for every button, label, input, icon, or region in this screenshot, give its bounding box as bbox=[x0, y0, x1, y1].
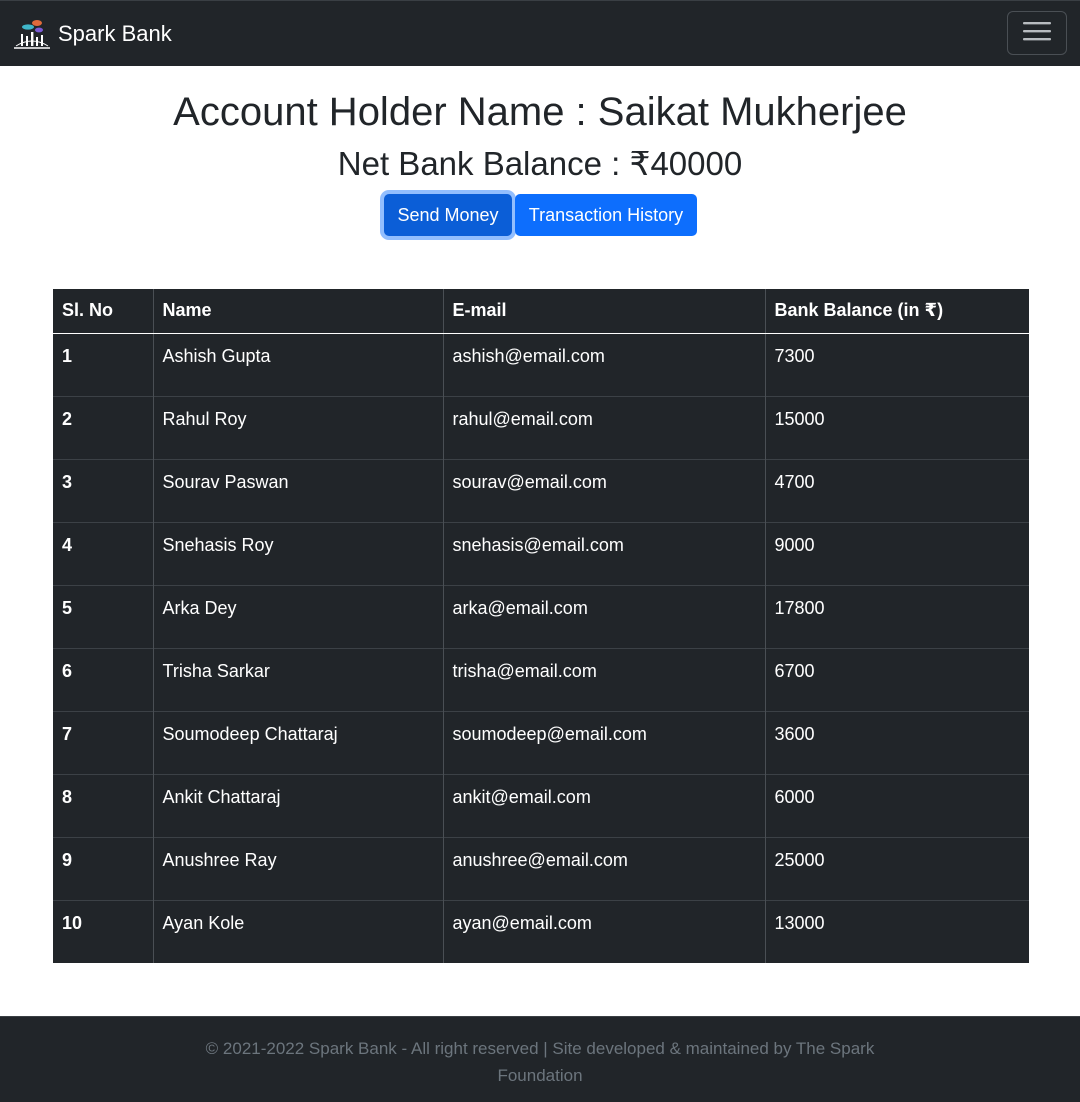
cell-sl-no: 10 bbox=[53, 899, 154, 963]
cell-balance: 4700 bbox=[765, 458, 1029, 522]
cell-sl-no: 6 bbox=[53, 647, 154, 711]
cell-name: Arka Dey bbox=[153, 584, 444, 648]
cell-name: Rahul Roy bbox=[153, 395, 444, 459]
cell-balance: 17800 bbox=[765, 584, 1029, 648]
cell-email: snehasis@email.com bbox=[443, 521, 766, 585]
cell-balance: 25000 bbox=[765, 836, 1029, 900]
table-row: 5 Arka Dey arka@email.com 17800 bbox=[53, 584, 1029, 648]
brand-link[interactable]: Spark Bank bbox=[12, 17, 172, 51]
hamburger-menu-icon bbox=[1022, 19, 1052, 48]
column-header-sl-no: Sl. No bbox=[53, 289, 154, 334]
cell-name: Sourav Paswan bbox=[153, 458, 444, 522]
column-header-bank-balance: Bank Balance (in ₹) bbox=[765, 289, 1029, 334]
cell-balance: 6000 bbox=[765, 773, 1029, 837]
brand-name: Spark Bank bbox=[58, 21, 172, 46]
cell-sl-no: 4 bbox=[53, 521, 154, 585]
cell-balance: 3600 bbox=[765, 710, 1029, 774]
table-row: 9 Anushree Ray anushree@email.com 25000 bbox=[53, 836, 1029, 900]
table-row: 10 Ayan Kole ayan@email.com 13000 bbox=[53, 899, 1029, 963]
cell-sl-no: 3 bbox=[53, 458, 154, 522]
table-row: 2 Rahul Roy rahul@email.com 15000 bbox=[53, 395, 1029, 459]
cell-name: Snehasis Roy bbox=[153, 521, 444, 585]
cell-balance: 15000 bbox=[765, 395, 1029, 459]
cell-email: trisha@email.com bbox=[443, 647, 766, 711]
cell-balance: 6700 bbox=[765, 647, 1029, 711]
cell-email: ankit@email.com bbox=[443, 773, 766, 837]
cell-email: ashish@email.com bbox=[443, 332, 766, 396]
cell-email: soumodeep@email.com bbox=[443, 710, 766, 774]
cell-balance: 13000 bbox=[765, 899, 1029, 963]
cell-sl-no: 7 bbox=[53, 710, 154, 774]
cell-name: Ankit Chattaraj bbox=[153, 773, 444, 837]
transaction-history-button[interactable]: Transaction History bbox=[515, 194, 697, 236]
cell-sl-no: 1 bbox=[53, 332, 154, 396]
table-row: 3 Sourav Paswan sourav@email.com 4700 bbox=[53, 458, 1029, 522]
page-footer: © 2021-2022 Spark Bank - All right reser… bbox=[0, 1016, 1080, 1102]
column-header-email: E-mail bbox=[443, 289, 766, 334]
column-header-name: Name bbox=[153, 289, 444, 334]
table-row: 4 Snehasis Roy snehasis@email.com 9000 bbox=[53, 521, 1029, 585]
footer-copyright: © 2021-2022 Spark Bank - All right reser… bbox=[205, 1039, 875, 1085]
cell-sl-no: 2 bbox=[53, 395, 154, 459]
cell-name: Ayan Kole bbox=[153, 899, 444, 963]
cell-name: Trisha Sarkar bbox=[153, 647, 444, 711]
cell-balance: 9000 bbox=[765, 521, 1029, 585]
table-row: 1 Ashish Gupta ashish@email.com 7300 bbox=[53, 332, 1029, 396]
cell-balance: 7300 bbox=[765, 332, 1029, 396]
top-navbar: Spark Bank bbox=[0, 0, 1080, 66]
cell-email: rahul@email.com bbox=[443, 395, 766, 459]
cell-email: arka@email.com bbox=[443, 584, 766, 648]
table-header-row: Sl. No Name E-mail Bank Balance (in ₹) bbox=[53, 289, 1029, 334]
cell-email: anushree@email.com bbox=[443, 836, 766, 900]
cell-sl-no: 5 bbox=[53, 584, 154, 648]
net-balance-heading: Net Bank Balance : ₹40000 bbox=[337, 145, 743, 182]
cell-name: Ashish Gupta bbox=[153, 332, 444, 396]
table-row: 7 Soumodeep Chattaraj soumodeep@email.co… bbox=[53, 710, 1029, 774]
navbar-toggler-button[interactable] bbox=[1007, 11, 1067, 55]
cell-sl-no: 9 bbox=[53, 836, 154, 900]
table-row: 8 Ankit Chattaraj ankit@email.com 6000 bbox=[53, 773, 1029, 837]
accounts-table: Sl. No Name E-mail Bank Balance (in ₹) 1… bbox=[53, 289, 1029, 963]
cell-name: Soumodeep Chattaraj bbox=[153, 710, 444, 774]
spark-bank-logo-icon bbox=[12, 18, 52, 50]
cell-email: ayan@email.com bbox=[443, 899, 766, 963]
cell-sl-no: 8 bbox=[53, 773, 154, 837]
account-holder-heading: Account Holder Name : Saikat Mukherjee bbox=[173, 90, 907, 134]
cell-email: sourav@email.com bbox=[443, 458, 766, 522]
cell-name: Anushree Ray bbox=[153, 836, 444, 900]
send-money-button[interactable]: Send Money bbox=[384, 194, 512, 236]
table-row: 6 Trisha Sarkar trisha@email.com 6700 bbox=[53, 647, 1029, 711]
